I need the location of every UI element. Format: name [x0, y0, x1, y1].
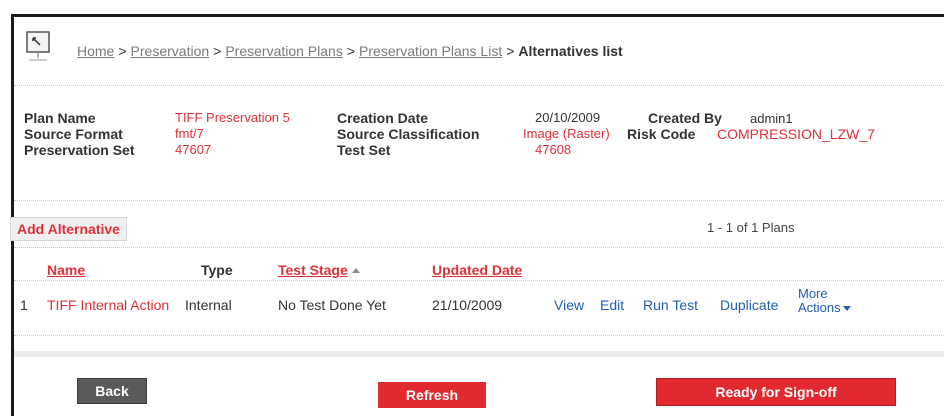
footer-separator [14, 351, 944, 357]
test-set-value: 47608 [535, 142, 572, 157]
more-actions-menu[interactable]: More Actions [798, 287, 851, 315]
alternative-type: Internal [185, 297, 232, 313]
column-header-updated-date[interactable]: Updated Date [432, 262, 522, 278]
column-header-name[interactable]: Name [47, 262, 85, 278]
alternative-updated-date: 21/10/2009 [432, 297, 503, 313]
breadcrumb-separator: > [213, 43, 222, 59]
breadcrumb-plans-link[interactable]: Preservation Plans [225, 43, 343, 59]
breadcrumb-preservation-link[interactable]: Preservation [131, 43, 210, 59]
details-divider [14, 200, 944, 201]
creation-date-label: Creation Date [337, 110, 429, 126]
toolbar-divider [14, 247, 944, 248]
plan-name-label: Plan Name [24, 110, 96, 126]
breadcrumb-separator: > [506, 43, 515, 59]
column-header-type: Type [201, 262, 233, 278]
run-test-link[interactable]: Run Test [643, 297, 698, 313]
view-link[interactable]: View [554, 297, 584, 313]
alternative-test-stage: No Test Done Yet [278, 297, 386, 313]
duplicate-link[interactable]: Duplicate [720, 297, 778, 313]
created-by-label: Created By [648, 110, 722, 126]
breadcrumb-plans-list-link[interactable]: Preservation Plans List [359, 43, 502, 59]
breadcrumb: Home > Preservation > Preservation Plans > Pre… [77, 43, 623, 59]
preservation-set-value: 47607 [175, 142, 212, 157]
header-row-divider [14, 280, 944, 281]
plan-name-value: TIFF Preservation 5 [175, 110, 290, 125]
page-header: Home > Preservation > Preservation Plans > Pre… [14, 17, 944, 85]
breadcrumb-separator: > [118, 43, 127, 59]
source-format-label: Source Format [24, 126, 123, 142]
column-header-test-stage[interactable]: Test Stage [278, 262, 360, 278]
breadcrumb-current: Alternatives list [518, 43, 623, 59]
chevron-down-icon [842, 306, 851, 311]
risk-code-value: COMPRESSION_LZW_7 [717, 126, 875, 142]
source-classification-label: Source Classification [337, 126, 480, 142]
breadcrumb-separator: > [346, 43, 356, 59]
monitor-icon [25, 30, 53, 66]
column-header-test-stage-label: Test Stage [278, 262, 348, 278]
more-actions-label-1: More [798, 286, 828, 301]
pager-status: 1 - 1 of 1 Plans [707, 220, 795, 235]
header-divider [14, 85, 944, 86]
source-format-value: fmt/7 [175, 126, 204, 141]
row-divider [14, 335, 944, 336]
add-alternative-button[interactable]: Add Alternative [10, 217, 127, 241]
refresh-button[interactable]: Refresh [378, 382, 486, 408]
preservation-set-label: Preservation Set [24, 142, 135, 158]
alternative-name-link[interactable]: TIFF Internal Action [47, 297, 169, 313]
breadcrumb-home-link[interactable]: Home [77, 43, 114, 59]
risk-code-label: Risk Code [627, 126, 696, 142]
back-button[interactable]: Back [77, 378, 147, 404]
created-by-value: admin1 [750, 111, 793, 126]
test-set-label: Test Set [337, 142, 391, 158]
sort-ascending-icon [351, 268, 360, 273]
source-classification-value: Image (Raster) [523, 126, 610, 141]
edit-link[interactable]: Edit [600, 297, 624, 313]
more-actions-label-2: Actions [798, 300, 841, 315]
ready-for-sign-off-button[interactable]: Ready for Sign-off [656, 378, 896, 406]
row-index: 1 [20, 297, 28, 313]
creation-date-value: 20/10/2009 [535, 110, 601, 125]
